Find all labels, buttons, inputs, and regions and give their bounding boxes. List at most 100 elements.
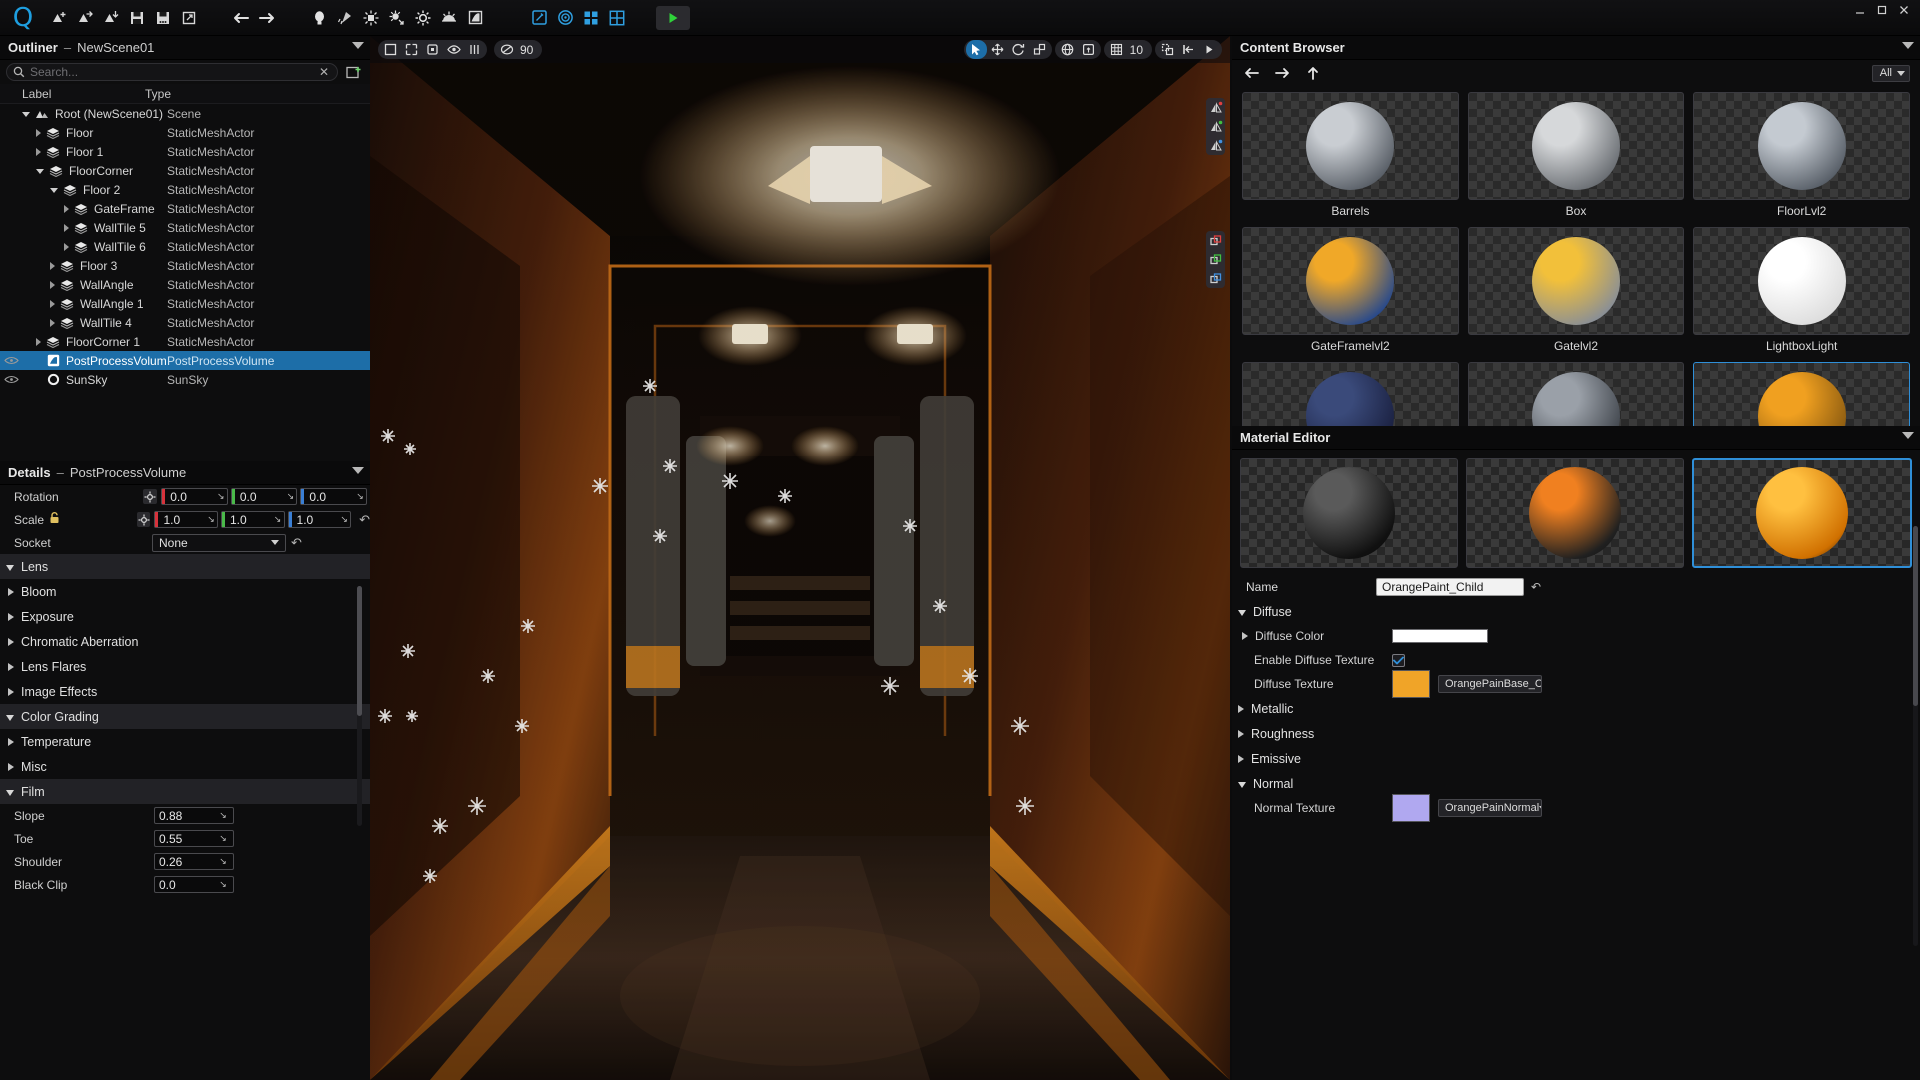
- visibility-eye-icon[interactable]: [0, 356, 22, 365]
- details-section-chromatic-aberration[interactable]: Chromatic Aberration: [0, 629, 370, 654]
- layout-grid-icon[interactable]: [578, 3, 604, 33]
- outliner-row-floor[interactable]: Floor StaticMeshActor: [0, 123, 370, 142]
- details-section-misc[interactable]: Misc: [0, 754, 370, 779]
- viewport-fov-control[interactable]: 90: [494, 40, 543, 59]
- export-icon[interactable]: [176, 3, 202, 33]
- texture-thumbnail-normal-texture[interactable]: [1392, 794, 1430, 822]
- outliner-row-wallangle[interactable]: WallAngle StaticMeshActor: [0, 275, 370, 294]
- material-preview-strip[interactable]: [1232, 450, 1920, 574]
- details-section-image-effects[interactable]: Image Effects: [0, 679, 370, 704]
- content-filter-dropdown[interactable]: All: [1871, 64, 1910, 82]
- chevron-right-icon[interactable]: [64, 223, 69, 232]
- chevron-right-icon[interactable]: [1242, 632, 1248, 640]
- details-scroll-thumb[interactable]: [357, 586, 362, 716]
- spinner-icon[interactable]: ↘: [354, 491, 366, 502]
- undo-icon[interactable]: [228, 3, 254, 33]
- maximize-button[interactable]: [1872, 2, 1892, 18]
- material-section-emissive[interactable]: Emissive: [1232, 746, 1920, 771]
- film-value-rows[interactable]: Slope 0.88 ↘ Toe 0.55 ↘ Shoulder 0.26 ↘ Black Cli…: [0, 804, 370, 896]
- cursor-select-icon[interactable]: [965, 40, 987, 59]
- details-collapse-icon[interactable]: [352, 467, 364, 474]
- details-sections[interactable]: Lens Bloom Exposure Chromatic Aberration Len…: [0, 554, 370, 804]
- material-edit-icon[interactable]: [526, 3, 552, 33]
- chevron-right-icon[interactable]: [50, 280, 55, 289]
- grid-snap-group[interactable]: 10: [1103, 40, 1152, 59]
- frame-icon[interactable]: [422, 40, 443, 59]
- material-editor-collapse-icon[interactable]: [1902, 432, 1914, 439]
- asset-tile-barrels[interactable]: Barrels: [1242, 92, 1459, 218]
- point-light-icon[interactable]: [306, 3, 332, 33]
- outliner-row-floorcorner-1[interactable]: FloorCorner 1 StaticMeshActor: [0, 332, 370, 351]
- film-toe-input[interactable]: 0.55 ↘: [154, 830, 234, 847]
- transform-scale-y-input[interactable]: 1.0 ↘: [221, 511, 285, 528]
- up-arrow-icon[interactable]: [1304, 64, 1322, 82]
- search-input[interactable]: [30, 65, 312, 79]
- outliner-row-floor-1[interactable]: Floor 1 StaticMeshActor: [0, 142, 370, 161]
- outliner-collapse-icon[interactable]: [352, 42, 364, 49]
- spinner-icon[interactable]: ↘: [217, 856, 229, 867]
- spinner-icon[interactable]: ↘: [217, 879, 229, 890]
- transform-rotation-x-input[interactable]: 0.0 ↘: [161, 488, 228, 505]
- chevron-right-icon[interactable]: [64, 242, 69, 251]
- axis-toggle-icon[interactable]: [143, 489, 158, 504]
- mirror-z-icon[interactable]: [1206, 136, 1225, 155]
- save-icon[interactable]: [124, 3, 150, 33]
- outliner-row-root-newscene01[interactable]: Root (NewScene01) Scene: [0, 104, 370, 123]
- eye-icon[interactable]: [443, 40, 464, 59]
- asset-tile-floorlvl2[interactable]: FloorLvl2: [1693, 92, 1910, 218]
- visibility-eye-icon[interactable]: [0, 375, 22, 384]
- outliner-row-floorcorner[interactable]: FloorCorner StaticMeshActor: [0, 161, 370, 180]
- outliner-row-wallangle-1[interactable]: WallAngle 1 StaticMeshActor: [0, 294, 370, 313]
- chevron-right-icon[interactable]: [36, 147, 41, 156]
- spinner-icon[interactable]: ↘: [284, 491, 296, 502]
- outliner-row-walltile-4[interactable]: WallTile 4 StaticMeshActor: [0, 313, 370, 332]
- outliner-row-postprocessvolume[interactable]: PostProcessVolume PostProcessVolume: [0, 351, 370, 370]
- material-preview-orange-stripe-material[interactable]: [1466, 458, 1684, 568]
- material-sections[interactable]: Diffuse Diffuse Color Enable Diffuse Textu…: [1232, 599, 1920, 822]
- revert-icon[interactable]: ↶: [1531, 580, 1541, 594]
- pivot-snap-icon[interactable]: [1178, 40, 1199, 59]
- film-black-clip-input[interactable]: 0.0 ↘: [154, 876, 234, 893]
- details-section-bloom[interactable]: Bloom: [0, 579, 370, 604]
- asset-tile-lightboxlight[interactable]: LightboxLight: [1693, 227, 1910, 353]
- new-scene-icon[interactable]: [46, 3, 72, 33]
- snap-settings-icon[interactable]: [1199, 40, 1220, 59]
- transform-scale-z-input[interactable]: 1.0 ↘: [287, 511, 352, 528]
- mirror-x-icon[interactable]: [1206, 98, 1225, 117]
- camera-fov-icon[interactable]: [496, 40, 517, 59]
- texture-thumbnail-diffuse-texture[interactable]: [1392, 670, 1430, 698]
- close-button[interactable]: [1894, 2, 1914, 18]
- texture-dropdown-diffuse-texture[interactable]: OrangePainBase_C: [1438, 675, 1542, 693]
- duplicate-x-icon[interactable]: [1206, 231, 1225, 250]
- axis-toggle-icon[interactable]: [137, 512, 151, 527]
- close-icon[interactable]: ✕: [317, 65, 331, 79]
- outliner-row-sunsky[interactable]: SunSky SunSky: [0, 370, 370, 389]
- duplicate-y-icon[interactable]: [1206, 250, 1225, 269]
- play-icon[interactable]: [656, 5, 690, 30]
- texture-dropdown-normal-texture[interactable]: OrangePainNormal: [1438, 799, 1542, 817]
- details-section-film[interactable]: Film: [0, 779, 370, 804]
- measure-icon[interactable]: [464, 40, 485, 59]
- outliner-row-floor-3[interactable]: Floor 3 StaticMeshActor: [0, 256, 370, 275]
- film-slope-input[interactable]: 0.88 ↘: [154, 807, 234, 824]
- asset-tile-box[interactable]: Box: [1467, 92, 1685, 218]
- details-section-lens-flares[interactable]: Lens Flares: [0, 654, 370, 679]
- socket-dropdown[interactable]: None: [152, 533, 286, 552]
- crop-icon[interactable]: [401, 40, 422, 59]
- outliner-row-gateframe[interactable]: GateFrame StaticMeshActor: [0, 199, 370, 218]
- spinner-icon[interactable]: ↘: [338, 514, 350, 525]
- material-editor-scrollbar[interactable]: [1913, 526, 1918, 946]
- socket-reset-icon[interactable]: ↶: [291, 535, 302, 551]
- select-box-icon[interactable]: [380, 40, 401, 59]
- outliner-row-floor-2[interactable]: Floor 2 StaticMeshActor: [0, 180, 370, 199]
- spinner-icon[interactable]: ↘: [215, 491, 227, 502]
- material-section-metallic[interactable]: Metallic: [1232, 696, 1920, 721]
- world-space-icon[interactable]: [1057, 40, 1078, 59]
- outliner-tree[interactable]: Root (NewScene01) Scene Floor StaticMeshAct…: [0, 104, 370, 444]
- spinner-icon[interactable]: ↘: [272, 514, 284, 525]
- chevron-down-icon[interactable]: [22, 112, 30, 117]
- chevron-right-icon[interactable]: [50, 299, 55, 308]
- transform-scale-x-input[interactable]: 1.0 ↘: [154, 511, 218, 528]
- back-arrow-icon[interactable]: [1242, 64, 1260, 82]
- search-input-wrapper[interactable]: ✕: [6, 63, 338, 81]
